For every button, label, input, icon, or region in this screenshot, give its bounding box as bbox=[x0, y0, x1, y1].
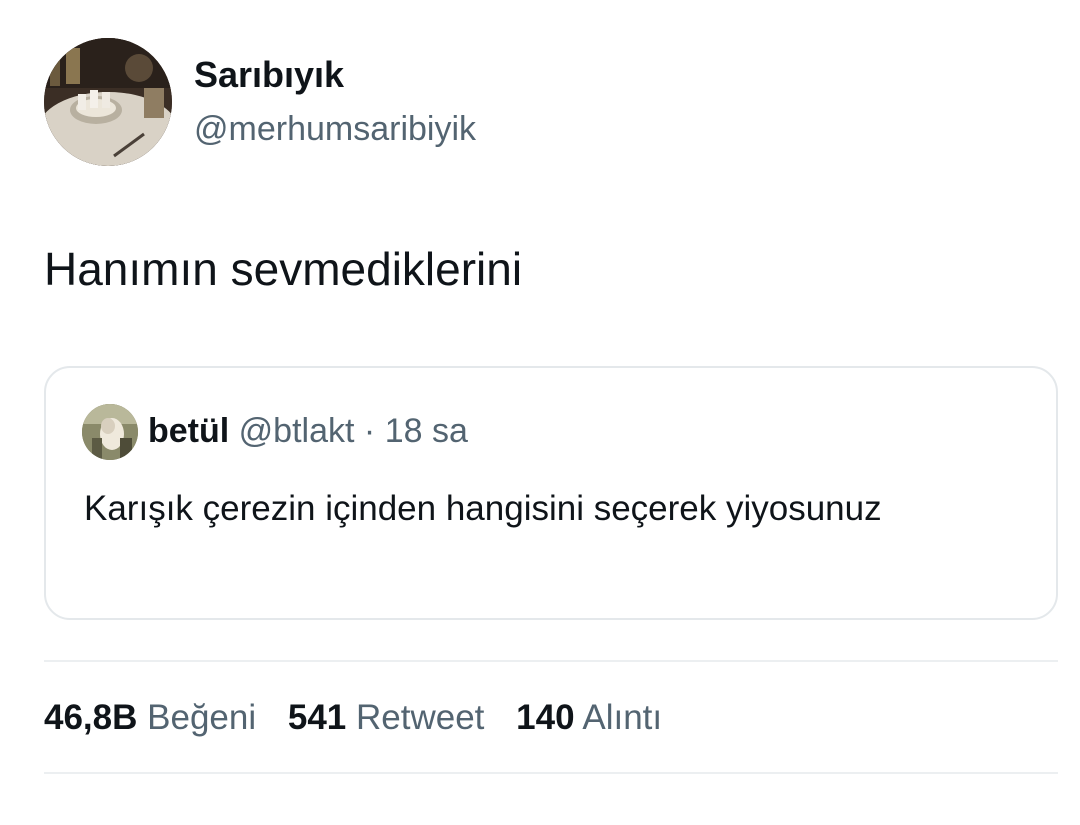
quoted-author-display-name[interactable]: betül bbox=[148, 412, 229, 450]
author-avatar-image bbox=[44, 38, 172, 166]
stats-bottom-divider bbox=[44, 772, 1058, 774]
author-handle[interactable]: @merhumsaribiyik bbox=[194, 110, 476, 149]
retweets-count: 541 bbox=[287, 698, 347, 737]
likes-label: Beğeni bbox=[147, 698, 257, 737]
quoted-author-avatar-image bbox=[82, 404, 138, 460]
quoted-tweet-text: Karışık çerezin içinden hangisini seçere… bbox=[84, 489, 882, 528]
author-avatar[interactable] bbox=[44, 38, 172, 166]
stats-top-divider bbox=[44, 660, 1058, 662]
quotes-label: Alıntı bbox=[582, 698, 663, 737]
quoted-tweet-card[interactable]: betül @btlakt · 18 sa Karışık çerezin iç… bbox=[44, 366, 1058, 620]
quoted-tweet-header: betül @btlakt · 18 sa bbox=[148, 412, 468, 451]
quoted-author-handle[interactable]: @btlakt bbox=[239, 412, 355, 450]
tweet-text: Hanımın sevmediklerini bbox=[44, 243, 523, 295]
retweets-label: Retweet bbox=[356, 698, 485, 737]
tweet-stats: 46,8B Beğeni 541 Retweet 140 Alıntı bbox=[44, 698, 684, 738]
retweets-stat[interactable]: 541 Retweet bbox=[288, 698, 485, 738]
tweet: Sarıbıyık @merhumsaribiyik Hanımın sevme… bbox=[0, 0, 1080, 825]
likes-count: 46,8B bbox=[44, 698, 138, 737]
quoted-author-avatar[interactable] bbox=[82, 404, 138, 460]
likes-stat[interactable]: 46,8B Beğeni bbox=[44, 698, 256, 738]
quoted-timestamp[interactable]: 18 sa bbox=[385, 412, 468, 450]
quoted-separator: · bbox=[363, 412, 376, 450]
quotes-stat[interactable]: 140 Alıntı bbox=[516, 698, 662, 738]
author-display-name[interactable]: Sarıbıyık bbox=[194, 54, 344, 96]
quotes-count: 140 bbox=[516, 698, 575, 737]
